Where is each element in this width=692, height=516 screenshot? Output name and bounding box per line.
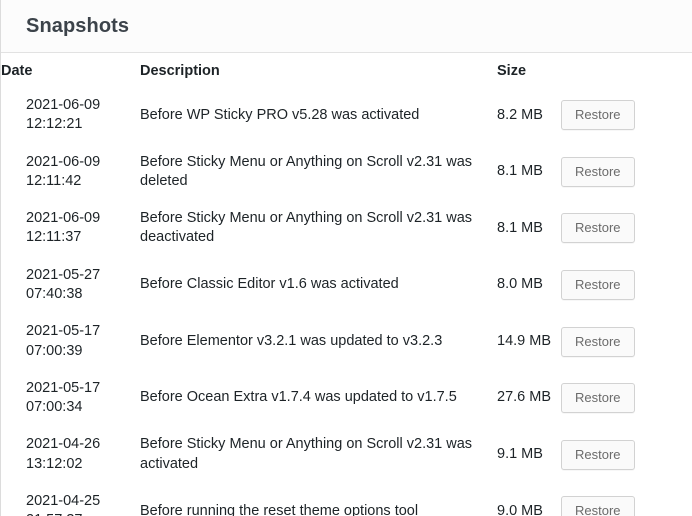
table-row: 2021-04-26 13:12:02 Before Sticky Menu or … — [1, 426, 692, 483]
cell-description: Before Elementor v3.2.1 was updated to v… — [140, 332, 443, 349]
snapshot-date-day: 2021-04-25 — [26, 492, 101, 509]
cell-description: Before Classic Editor v1.6 was activated — [140, 276, 399, 293]
cell-date: 2021-04-26 13:12:02 — [1, 426, 140, 483]
cell-date: 2021-06-09 12:11:37 — [1, 200, 140, 257]
panel-header: Snapshots — [1, 0, 692, 53]
snapshot-date-time: 13:12:02 — [26, 455, 83, 472]
column-header-action — [561, 53, 692, 87]
table-row: 2021-05-17 07:00:34 Before Ocean Extra v1.… — [1, 370, 692, 427]
cell-size: 8.1 MB — [497, 163, 543, 180]
cell-description: Before Sticky Menu or Anything on Scroll… — [140, 436, 473, 472]
cell-description: Before Sticky Menu or Anything on Scroll… — [140, 153, 473, 189]
cell-action: Restore — [561, 257, 692, 314]
restore-button[interactable]: Restore — [561, 213, 635, 244]
restore-button[interactable]: Restore — [561, 326, 635, 357]
snapshot-date-day: 2021-06-09 — [26, 210, 101, 227]
snapshot-date-day: 2021-04-26 — [26, 436, 101, 453]
cell-action: Restore — [561, 313, 692, 370]
restore-button[interactable]: Restore — [561, 156, 635, 187]
column-header-description: Description — [140, 63, 220, 79]
table-row: 2021-06-09 12:11:37 Before Sticky Menu or … — [1, 200, 692, 257]
cell-date: 2021-05-27 07:40:38 — [1, 257, 140, 314]
cell-date: 2021-05-17 07:00:34 — [1, 370, 140, 427]
cell-date: 2021-06-09 12:11:42 — [1, 144, 140, 201]
table-header: Date Description Size — [1, 53, 692, 87]
restore-button[interactable]: Restore — [561, 496, 635, 516]
cell-size: 8.2 MB — [497, 106, 543, 123]
table-row: 2021-04-25 21:57:37Before running the res… — [1, 483, 692, 516]
cell-action: Restore — [561, 87, 692, 144]
cell-description: Before WP Sticky PRO v5.28 was activated — [140, 106, 420, 123]
table-row: 2021-06-09 12:12:21 Before WP Sticky PRO v… — [1, 87, 692, 144]
cell-action: Restore — [561, 144, 692, 201]
snapshots-table-wrapper: Date Description Size 2021-06-09 12:12:21… — [1, 53, 692, 516]
cell-action: Restore — [561, 370, 692, 427]
cell-size: 8.1 MB — [497, 219, 543, 236]
cell-size: 9.1 MB — [497, 446, 543, 463]
column-header-size: Size — [497, 63, 527, 79]
cell-date: 2021-06-09 12:12:21 — [1, 87, 140, 144]
table-header-row: Date Description Size — [1, 53, 692, 87]
snapshot-date-day: 2021-05-27 — [26, 266, 101, 283]
cell-date: 2021-05-17 07:00:39 — [1, 313, 140, 370]
snapshot-date-day: 2021-06-09 — [26, 97, 101, 113]
snapshot-date-time: 21:57:37 — [26, 511, 139, 516]
cell-size: 27.6 MB — [497, 389, 551, 406]
restore-button[interactable]: Restore — [561, 383, 635, 414]
snapshot-date-time: 07:00:39 — [26, 342, 83, 359]
cell-date: 2021-04-25 21:57:37 — [1, 483, 140, 516]
cell-size: 14.9 MB — [497, 332, 551, 349]
cell-description: Before Ocean Extra v1.7.4 was updated to… — [140, 389, 457, 406]
snapshots-table: Date Description Size 2021-06-09 12:12:21… — [1, 53, 692, 516]
snapshots-panel: Snapshots Date Description Size 2021-06-… — [0, 0, 692, 516]
cell-action: Restore — [561, 483, 692, 516]
snapshot-date-time: 07:40:38 — [26, 285, 83, 302]
snapshot-date-time: 12:11:42 — [26, 172, 82, 189]
table-body: 2021-06-09 12:12:21 Before WP Sticky PRO v… — [1, 87, 692, 516]
cell-size: 8.0 MB — [497, 276, 543, 293]
snapshot-date-time: 12:11:37 — [26, 229, 82, 246]
cell-size: 9.0 MB — [497, 502, 543, 516]
cell-description: Before running the reset theme options t… — [140, 502, 419, 516]
cell-action: Restore — [561, 200, 692, 257]
snapshot-date-time: 07:00:34 — [26, 399, 83, 416]
table-row: 2021-05-17 07:00:39 Before Elementor v3.2.… — [1, 313, 692, 370]
snapshot-date-day: 2021-05-17 — [26, 323, 101, 340]
page-title: Snapshots — [26, 15, 130, 37]
restore-button[interactable]: Restore — [561, 269, 635, 300]
table-row: 2021-05-27 07:40:38 Before Classic Editor … — [1, 257, 692, 314]
snapshot-date-day: 2021-06-09 — [26, 153, 101, 170]
restore-button[interactable]: Restore — [561, 100, 635, 131]
cell-description: Before Sticky Menu or Anything on Scroll… — [140, 210, 473, 246]
table-row: 2021-06-09 12:11:42 Before Sticky Menu or … — [1, 144, 692, 201]
snapshot-date-time: 12:12:21 — [26, 116, 83, 133]
snapshot-date-day: 2021-05-17 — [26, 379, 101, 396]
restore-button[interactable]: Restore — [561, 439, 635, 470]
column-header-date: Date — [1, 63, 33, 79]
cell-action: Restore — [561, 426, 692, 483]
